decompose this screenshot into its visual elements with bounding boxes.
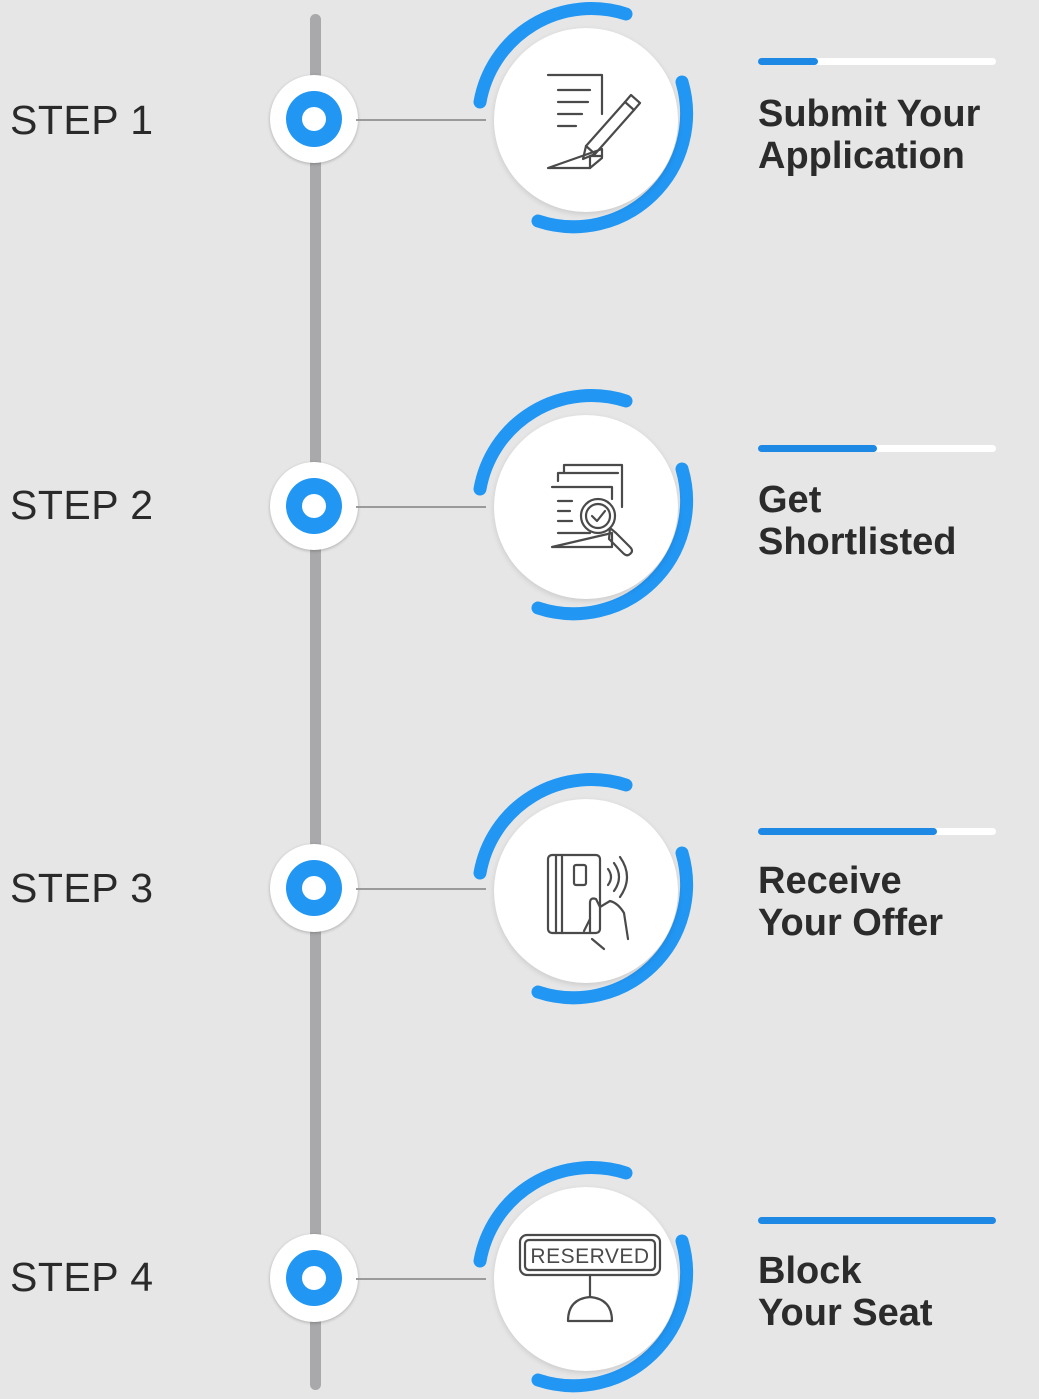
step-progress-bar: [758, 58, 996, 65]
application-form-pen-icon: [546, 73, 642, 170]
svg-text:RESERVED: RESERVED: [530, 1245, 649, 1268]
hand-card-contactless-icon: [546, 853, 630, 951]
step-icon-badge: [466, 771, 706, 1011]
step-icon-badge: RESERVED: [466, 1159, 706, 1399]
step-label: STEP 2: [10, 482, 154, 528]
timeline-node: [270, 462, 358, 550]
step-progress-bar: [758, 1217, 996, 1224]
timeline-node: [270, 75, 358, 163]
reserved-sign-icon: RESERVED: [518, 1233, 662, 1323]
step-icon-badge: [466, 0, 706, 240]
step-title: Receive Your Offer: [758, 860, 944, 944]
timeline-node: [270, 844, 358, 932]
timeline-node: [270, 1234, 358, 1322]
step-progress-bar: [758, 445, 996, 452]
step-label: STEP 4: [10, 1254, 154, 1300]
step-title: Submit Your Application: [758, 93, 981, 177]
step-2: STEP 2 Get Shortlisted: [0, 389, 1039, 622]
step-4: STEP 4 RESERVED Block Your Seat: [0, 1161, 1039, 1394]
step-progress-bar: [758, 828, 996, 835]
step-icon-badge: [466, 387, 706, 627]
step-3: STEP 3 Receive Your Offer: [0, 773, 1039, 1006]
step-title: Block Your Seat: [758, 1250, 933, 1334]
step-1: STEP 1 Submit Your Application: [0, 2, 1039, 235]
document-magnifier-check-icon: [550, 463, 634, 557]
step-title: Get Shortlisted: [758, 479, 957, 563]
step-label: STEP 3: [10, 865, 154, 911]
step-label: STEP 1: [10, 97, 154, 143]
